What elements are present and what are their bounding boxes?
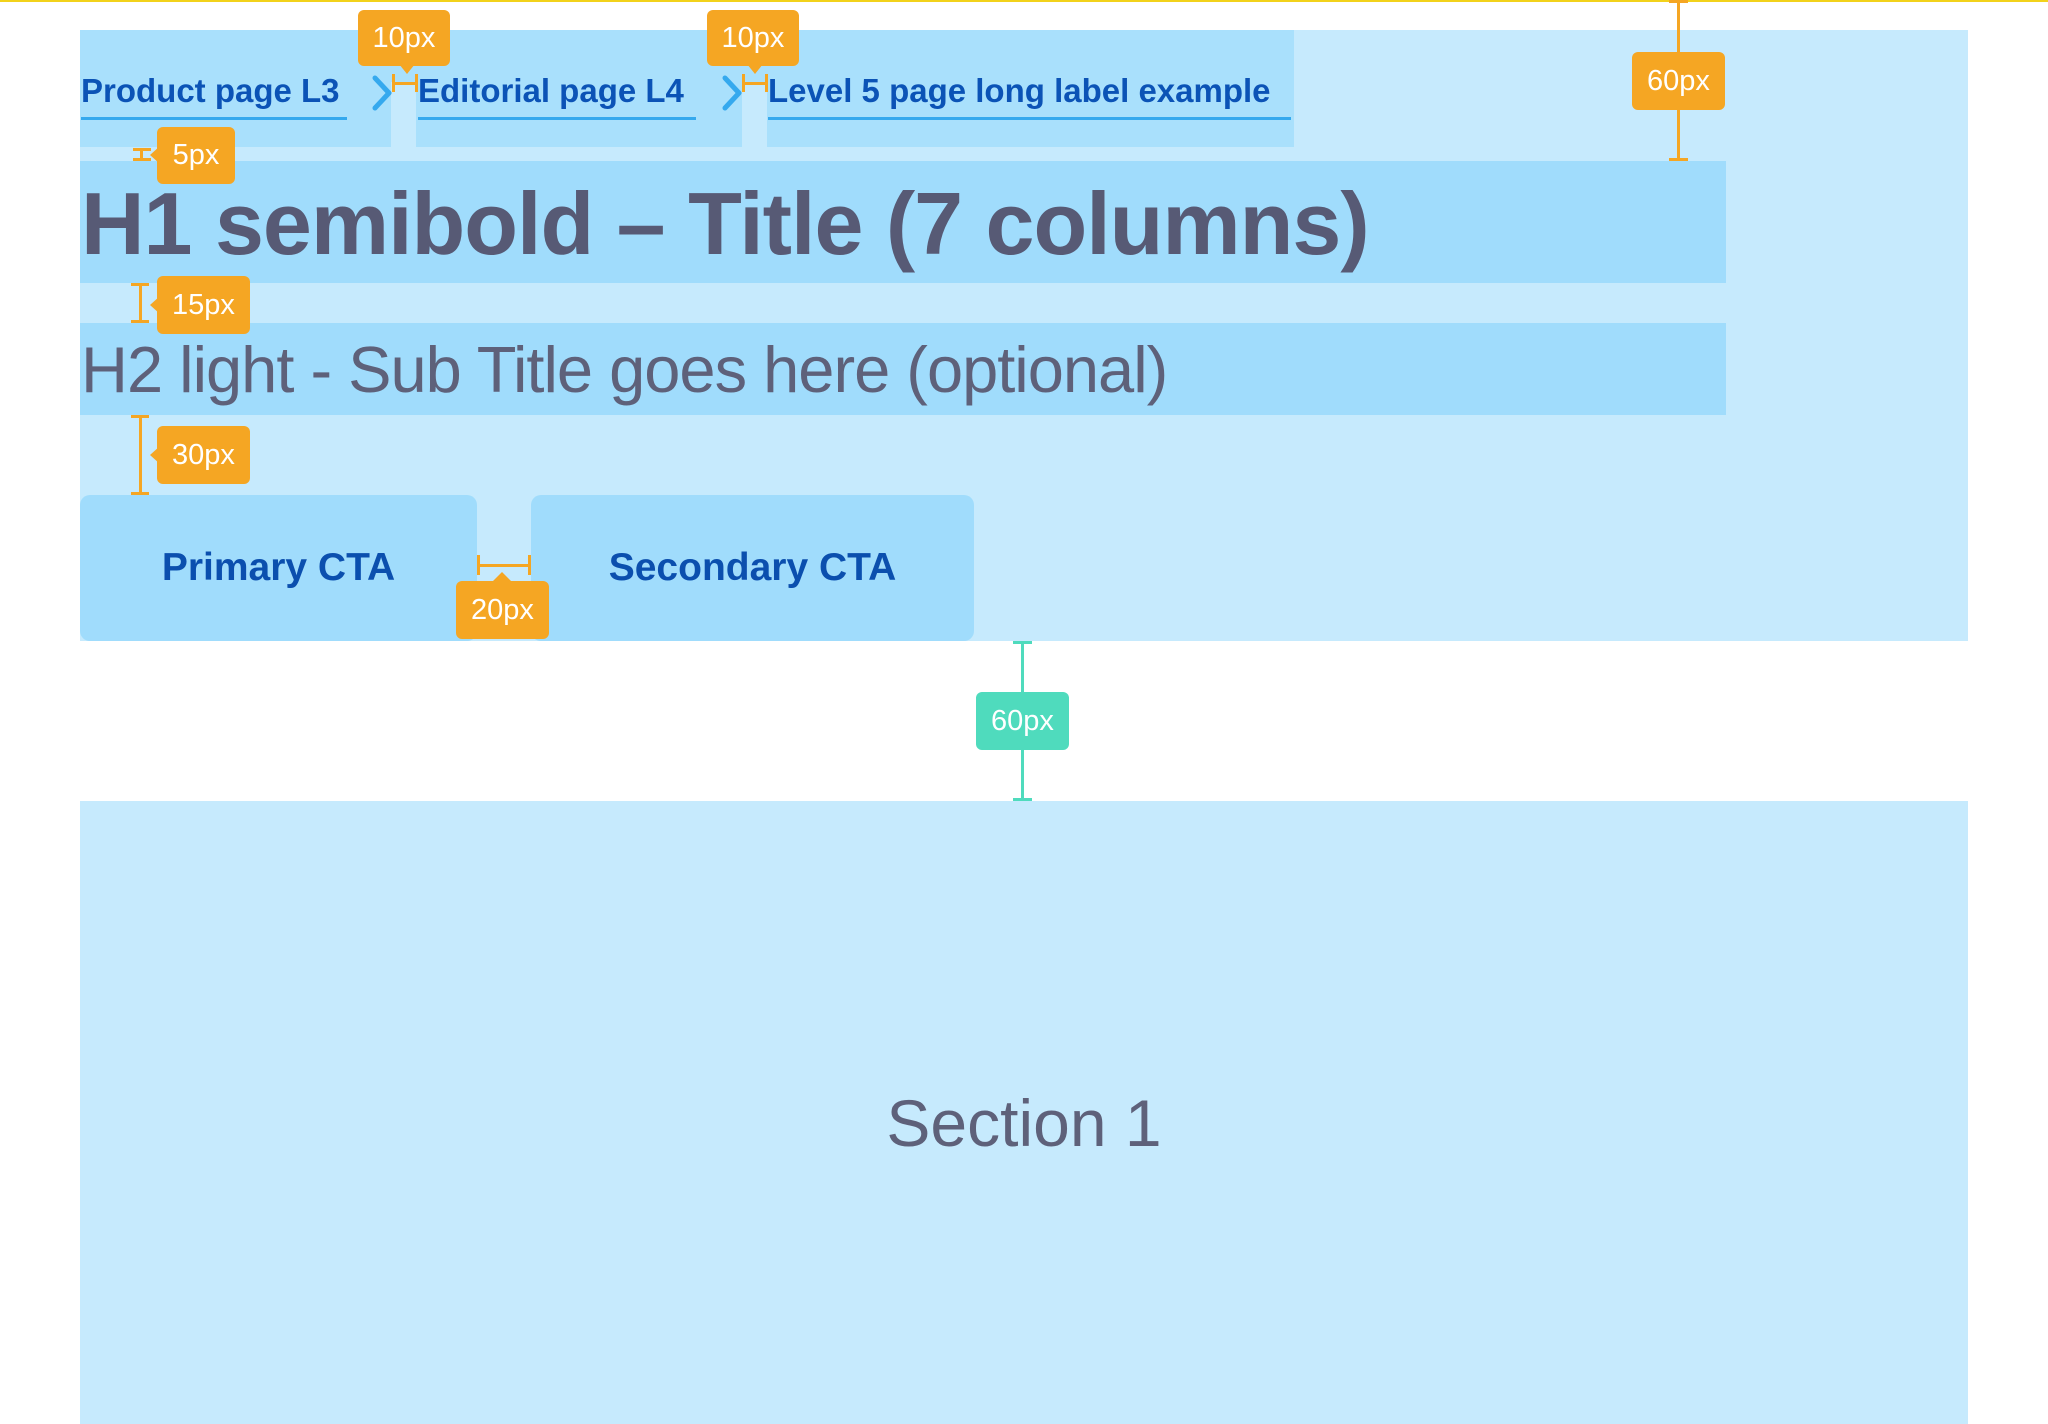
measure-cap bbox=[131, 415, 149, 418]
top-guide-line bbox=[0, 0, 2048, 2]
spacing-tag: 20px bbox=[456, 581, 549, 639]
spacing-tag: 5px bbox=[157, 127, 235, 184]
section-label: Section 1 bbox=[886, 1086, 1162, 1160]
measure-cap bbox=[131, 320, 149, 323]
measure-cap bbox=[1013, 641, 1032, 644]
tag-pointer-icon bbox=[747, 64, 763, 74]
spacing-tag: 10px bbox=[707, 10, 799, 66]
measure-cap bbox=[742, 74, 745, 92]
spacing-tag: 30px bbox=[157, 426, 250, 484]
breadcrumb-item-l3[interactable]: Product page L3 bbox=[81, 74, 340, 107]
page-title: H1 semibold – Title (7 columns) bbox=[81, 174, 1370, 273]
measure-cap bbox=[1669, 158, 1688, 161]
secondary-cta-button[interactable]: Secondary CTA bbox=[531, 495, 974, 641]
breadcrumb-underline bbox=[418, 117, 696, 120]
spacing-tag: 15px bbox=[157, 276, 250, 334]
breadcrumb-underline bbox=[768, 117, 1291, 120]
page-subtitle: H2 light - Sub Title goes here (optional… bbox=[81, 333, 1168, 406]
primary-cta-button[interactable]: Primary CTA bbox=[80, 495, 477, 641]
breadcrumb-underline bbox=[81, 117, 347, 120]
measure-line bbox=[477, 564, 531, 567]
chevron-right-icon bbox=[722, 75, 742, 111]
measure-cap bbox=[1013, 798, 1032, 801]
measure-cap bbox=[528, 555, 531, 575]
crumb-gap-spacer bbox=[742, 82, 767, 147]
measure-cap bbox=[131, 492, 149, 495]
measure-cap bbox=[392, 74, 395, 92]
breadcrumb-item-l5[interactable]: Level 5 page long label example bbox=[768, 74, 1271, 107]
measure-line bbox=[139, 415, 142, 495]
breadcrumb-item-l4[interactable]: Editorial page L4 bbox=[418, 74, 684, 107]
spacing-tag: 60px bbox=[1632, 52, 1725, 110]
spacing-tag: 10px bbox=[358, 10, 450, 66]
measure-line bbox=[140, 148, 143, 161]
measure-cap bbox=[765, 74, 768, 92]
measure-cap bbox=[131, 283, 149, 286]
measure-cap bbox=[415, 74, 418, 92]
measure-line bbox=[139, 283, 142, 323]
measure-cap bbox=[1669, 0, 1688, 3]
chevron-right-icon bbox=[372, 75, 392, 111]
spacing-tag: 60px bbox=[976, 692, 1069, 750]
measure-cap bbox=[477, 555, 480, 575]
